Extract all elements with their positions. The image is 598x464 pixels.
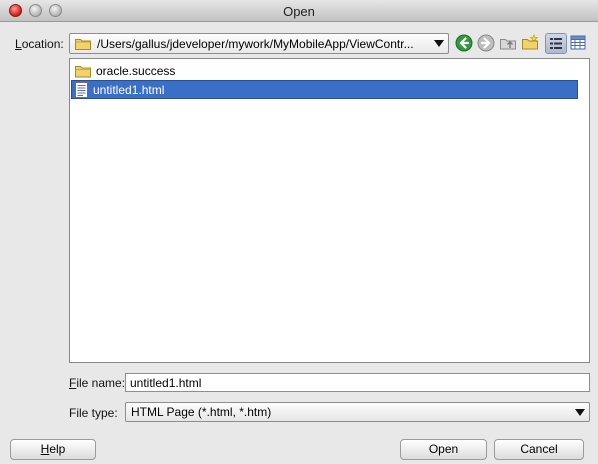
forward-icon[interactable]: [477, 34, 495, 52]
file-name-label: File name:: [69, 376, 126, 390]
list-item-folder[interactable]: oracle.success: [72, 61, 175, 80]
details-view-button[interactable]: [568, 33, 590, 54]
list-view-button[interactable]: [545, 33, 567, 54]
file-name-field[interactable]: untitled1.html: [125, 373, 590, 392]
file-type-label: File type:: [69, 406, 118, 420]
file-list[interactable]: oracle.success untitled1.html: [69, 58, 590, 363]
chevron-down-icon[interactable]: [434, 40, 444, 47]
details-view-icon: [570, 35, 586, 50]
title-bar: Open: [0, 0, 598, 22]
back-icon[interactable]: [455, 34, 473, 52]
location-combo[interactable]: /Users/gallus/jdeveloper/mywork/MyMobile…: [69, 33, 449, 54]
file-name-value: untitled1.html: [130, 375, 202, 390]
location-label: Location:: [15, 37, 64, 51]
window-title: Open: [283, 4, 315, 19]
chevron-down-icon[interactable]: [575, 409, 585, 416]
new-folder-icon[interactable]: [521, 34, 539, 52]
file-name: untitled1.html: [93, 82, 165, 97]
folder-icon: [75, 65, 91, 77]
file-type-value: HTML Page (*.html, *.htm): [131, 405, 272, 419]
html-file-icon: [75, 81, 88, 98]
cancel-button[interactable]: Cancel: [494, 439, 584, 460]
location-path: /Users/gallus/jdeveloper/mywork/MyMobile…: [97, 36, 414, 51]
up-folder-icon[interactable]: [499, 34, 517, 52]
file-type-select[interactable]: HTML Page (*.html, *.htm): [125, 402, 590, 422]
list-item-file-selected[interactable]: untitled1.html: [71, 80, 578, 99]
list-view-icon: [550, 38, 562, 49]
help-button[interactable]: Help: [10, 439, 96, 460]
folder-icon: [75, 39, 91, 50]
open-button[interactable]: Open: [400, 439, 487, 460]
file-name: oracle.success: [96, 63, 176, 78]
